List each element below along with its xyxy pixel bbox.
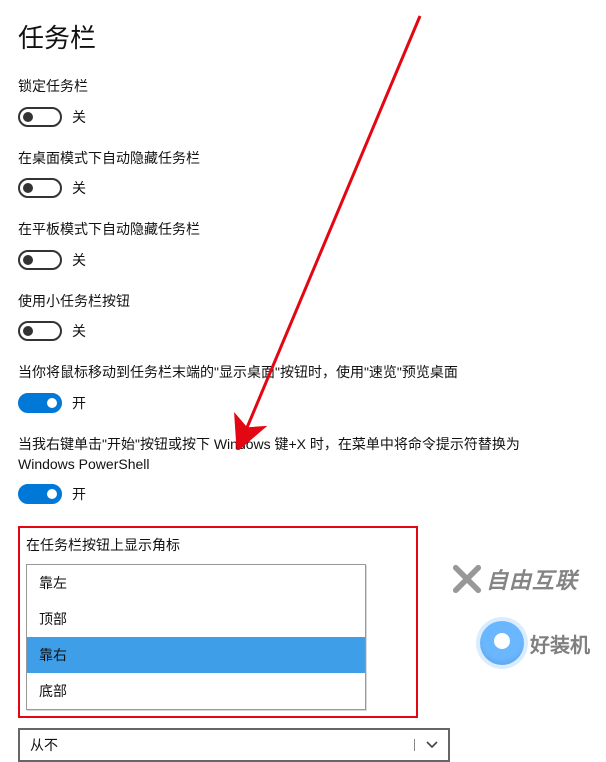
toggle-state: 关 [72, 107, 86, 127]
setting-autohide-tablet: 在平板模式下自动隐藏任务栏 关 [18, 220, 588, 270]
toggle-state: 关 [72, 178, 86, 198]
chevron-down-icon [414, 739, 448, 751]
setting-powershell: 当我右键单击"开始"按钮或按下 Windows 键+X 时，在菜单中将命令提示符… [18, 435, 588, 504]
setting-peek-desktop: 当你将鼠标移动到任务栏末端的"显示桌面"按钮时，使用"速览"预览桌面 开 [18, 363, 588, 413]
setting-autohide-desktop: 在桌面模式下自动隐藏任务栏 关 [18, 149, 588, 199]
toggle-lock-taskbar[interactable] [18, 107, 62, 127]
setting-label: 在桌面模式下自动隐藏任务栏 [18, 149, 558, 169]
setting-lock-taskbar: 锁定任务栏 关 [18, 77, 588, 127]
watermark-haozhuangji: 好装机 [480, 621, 590, 665]
toggle-autohide-desktop[interactable] [18, 178, 62, 198]
circle-logo-icon [480, 621, 524, 665]
option-top[interactable]: 顶部 [27, 601, 365, 637]
option-left[interactable]: 靠左 [27, 565, 365, 601]
x-logo-icon [452, 564, 482, 594]
setting-label: 锁定任务栏 [18, 77, 558, 97]
setting-label: 当你将鼠标移动到任务栏末端的"显示桌面"按钮时，使用"速览"预览桌面 [18, 363, 558, 383]
toggle-powershell[interactable] [18, 484, 62, 504]
setting-label: 在平板模式下自动隐藏任务栏 [18, 220, 558, 240]
page-title: 任务栏 [18, 18, 588, 55]
combine-buttons-dropdown[interactable]: 从不 [18, 728, 450, 762]
highlight-box: 在任务栏按钮上显示角标 靠左 顶部 靠右 底部 [18, 526, 418, 718]
option-bottom[interactable]: 底部 [27, 673, 365, 709]
toggle-state: 关 [72, 250, 86, 270]
toggle-autohide-tablet[interactable] [18, 250, 62, 270]
toggle-state: 关 [72, 321, 86, 341]
setting-small-buttons: 使用小任务栏按钮 关 [18, 292, 588, 342]
toggle-small-buttons[interactable] [18, 321, 62, 341]
setting-label: 当我右键单击"开始"按钮或按下 Windows 键+X 时，在菜单中将命令提示符… [18, 435, 558, 474]
watermark-ziyouhulian: 自由互联 [452, 563, 578, 595]
dropdown-value: 从不 [20, 735, 414, 755]
setting-label: 使用小任务栏按钮 [18, 292, 558, 312]
option-right[interactable]: 靠右 [27, 637, 365, 673]
taskbar-position-listbox[interactable]: 靠左 顶部 靠右 底部 [26, 564, 366, 710]
toggle-peek-desktop[interactable] [18, 393, 62, 413]
toggle-state: 开 [72, 484, 86, 504]
setting-label-badges: 在任务栏按钮上显示角标 [26, 536, 410, 556]
toggle-state: 开 [72, 393, 86, 413]
